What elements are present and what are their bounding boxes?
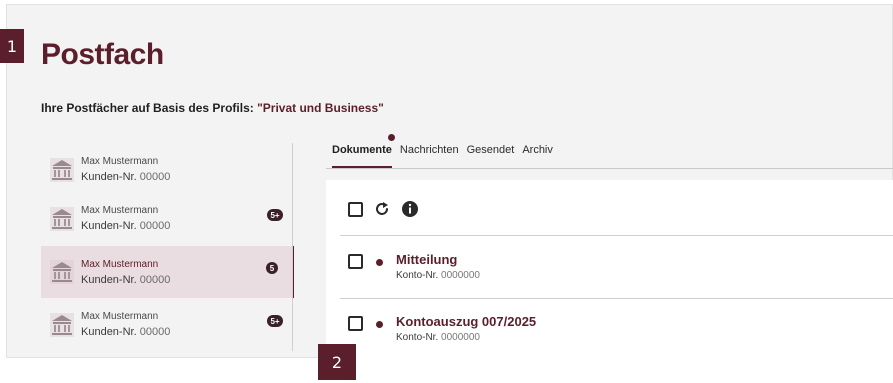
- mailbox-item[interactable]: Max Mustermann Kunden-Nr. 00000 5+: [41, 195, 291, 242]
- tabs-underline: [326, 168, 893, 169]
- customer-number: Kunden-Nr. 00000: [81, 220, 171, 232]
- mailbox-item[interactable]: Max Mustermann Kunden-Nr. 00000: [41, 146, 291, 193]
- message-title[interactable]: Mitteilung: [396, 252, 480, 267]
- row-divider: [340, 235, 893, 236]
- bank-building-icon: [50, 312, 74, 337]
- row-divider: [340, 298, 893, 299]
- account-holder-name: Max Mustermann: [81, 205, 159, 216]
- row-checkbox[interactable]: [348, 254, 363, 269]
- refresh-icon[interactable]: [373, 200, 391, 218]
- message-title[interactable]: Kontoauszug 007/2025: [396, 314, 536, 329]
- step-marker-1: 1: [0, 29, 24, 63]
- message-row[interactable]: Mitteilung Konto-Nr. 0000000: [348, 252, 480, 281]
- page-title: Postfach: [41, 38, 164, 71]
- mailbox-item-active[interactable]: Max Mustermann Kunden-Nr. 00000 5: [41, 246, 294, 298]
- row-checkbox[interactable]: [348, 316, 363, 331]
- unread-count-badge: 5+: [267, 209, 283, 221]
- subtitle-prefix: Ihre Postfächer auf Basis des Profils:: [41, 101, 258, 115]
- account-number: Konto-Nr. 0000000: [396, 332, 480, 343]
- profile-name: "Privat und Business": [257, 101, 384, 115]
- mailbox-tabs: Dokumente Nachrichten Gesendet Archiv: [332, 144, 553, 168]
- step-marker-2: 2: [318, 344, 356, 380]
- bank-building-icon: [50, 260, 74, 284]
- account-number: Konto-Nr. 0000000: [396, 270, 480, 281]
- select-all-checkbox[interactable]: [348, 201, 363, 217]
- customer-number: Kunden-Nr. 00000: [81, 273, 171, 286]
- mailbox-item[interactable]: Max Mustermann Kunden-Nr. 00000 5+: [41, 301, 291, 348]
- sidebar-divider: [292, 143, 293, 351]
- new-items-indicator-dot: [388, 134, 395, 141]
- info-icon[interactable]: [401, 200, 419, 218]
- bank-building-icon: [50, 206, 74, 231]
- unread-dot: [376, 259, 383, 266]
- document-list-panel: Mitteilung Konto-Nr. 0000000 Kontoauszug…: [326, 180, 893, 358]
- list-toolbar: [348, 200, 419, 218]
- customer-number: Kunden-Nr. 00000: [81, 326, 171, 338]
- account-holder-name: Max Mustermann: [81, 311, 159, 322]
- unread-count-badge: 5: [266, 262, 278, 274]
- tab-dokumente[interactable]: Dokumente: [332, 144, 392, 168]
- unread-dot: [376, 321, 383, 328]
- unread-count-badge: 5+: [267, 315, 283, 327]
- tab-gesendet[interactable]: Gesendet: [467, 144, 515, 162]
- profile-subtitle: Ihre Postfächer auf Basis des Profils: "…: [41, 101, 384, 115]
- tab-nachrichten[interactable]: Nachrichten: [400, 144, 459, 162]
- account-holder-name: Max Mustermann: [81, 156, 159, 167]
- customer-number: Kunden-Nr. 00000: [81, 171, 171, 183]
- bank-building-icon: [50, 157, 74, 182]
- account-holder-name: Max Mustermann: [81, 258, 159, 270]
- message-row[interactable]: Kontoauszug 007/2025 Konto-Nr. 0000000: [348, 314, 536, 343]
- tab-archiv[interactable]: Archiv: [522, 144, 553, 162]
